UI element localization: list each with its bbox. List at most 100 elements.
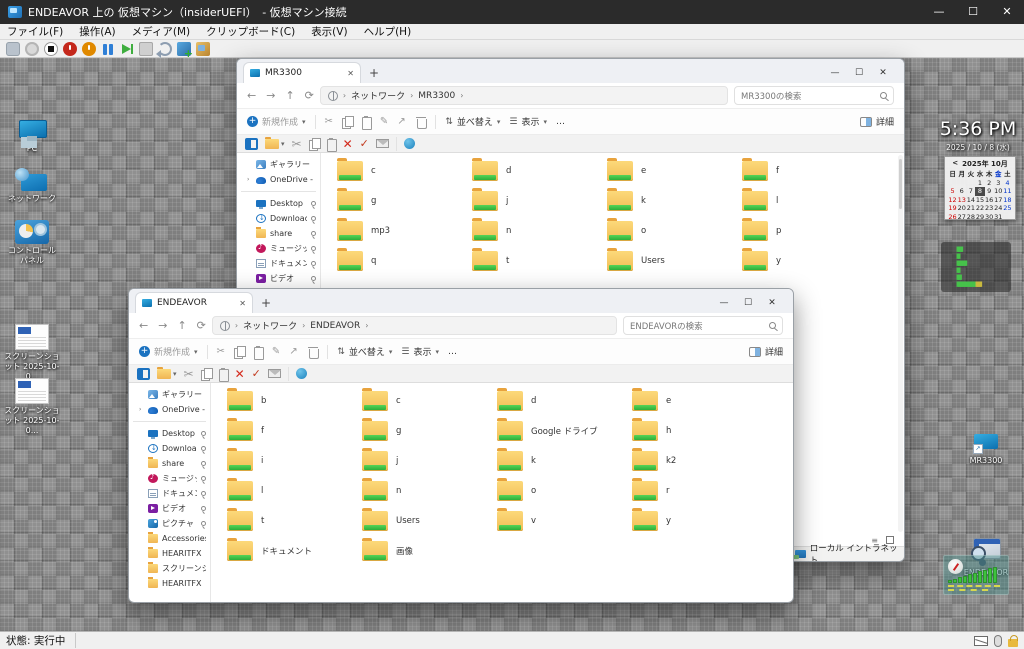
breadcrumb-segment[interactable]: ENDEAVOR xyxy=(310,321,360,331)
copy-icon[interactable] xyxy=(200,367,213,381)
refresh-icon[interactable]: ⟳ xyxy=(305,89,314,102)
folder-item[interactable]: g xyxy=(362,416,497,446)
folder-item[interactable]: o xyxy=(607,216,742,246)
window-minimize-button[interactable]: — xyxy=(828,68,842,78)
calendar-date-cell[interactable]: 17 xyxy=(994,196,1003,205)
more-button[interactable]: … xyxy=(448,347,457,357)
sidebar-item[interactable]: Desktop xyxy=(129,426,210,441)
folder-item[interactable]: c xyxy=(337,156,472,186)
revert-icon[interactable] xyxy=(156,41,172,58)
window-close-button[interactable]: ✕ xyxy=(765,298,779,308)
paste-icon[interactable] xyxy=(253,345,264,360)
calendar-date-cell[interactable]: 22 xyxy=(975,204,984,213)
copy-icon[interactable] xyxy=(308,137,321,151)
more-button[interactable]: … xyxy=(556,117,565,127)
calendar-date-cell[interactable]: 24 xyxy=(994,204,1003,213)
search-input[interactable]: MR3300の検索 xyxy=(734,86,894,105)
rename-icon[interactable]: ✎ xyxy=(272,346,280,357)
tab-close-icon[interactable]: ✕ xyxy=(347,69,354,78)
calendar-date-cell[interactable]: 13 xyxy=(957,196,966,205)
new-folder-button[interactable]: ▾ xyxy=(157,366,177,379)
folder-item[interactable]: q xyxy=(337,246,472,276)
sidebar-item[interactable]: Desktop xyxy=(237,196,320,211)
calendar-date-cell[interactable] xyxy=(966,179,975,188)
desktop-icon-control-panel[interactable]: コントロール パネル xyxy=(4,220,60,266)
calendar-date-cell[interactable]: 1 xyxy=(975,179,984,188)
sidebar-item[interactable]: ミュージック xyxy=(237,241,320,256)
calendar-date-cell[interactable]: 25 xyxy=(1003,204,1012,213)
calendar-date-cell[interactable]: 8 xyxy=(975,187,985,196)
tab-close-icon[interactable]: ✕ xyxy=(239,299,246,308)
sidebar-item[interactable]: ギャラリー xyxy=(237,157,320,172)
folder-item[interactable]: p xyxy=(742,216,877,246)
sidebar-item[interactable]: share xyxy=(129,456,210,471)
folder-item[interactable]: f xyxy=(742,156,877,186)
calendar-date-cell[interactable]: 28 xyxy=(966,213,975,222)
sidebar-toggle-icon[interactable] xyxy=(137,367,150,380)
sidebar-item[interactable]: share xyxy=(237,226,320,241)
folder-item[interactable]: g xyxy=(337,186,472,216)
folder-item[interactable]: e xyxy=(607,156,742,186)
new-button[interactable]: + 新規作成 ▾ xyxy=(139,345,198,358)
new-tab-button[interactable]: + xyxy=(369,66,379,80)
folder-item[interactable]: d xyxy=(497,386,632,416)
check-icon[interactable]: ✓ xyxy=(360,137,369,150)
vm-menu-item[interactable]: ヘルプ(H) xyxy=(357,23,419,40)
delete-icon[interactable] xyxy=(416,116,428,129)
calendar-prev-button[interactable]: < xyxy=(952,159,958,169)
window-maximize-button[interactable]: ☐ xyxy=(852,68,866,78)
new-button[interactable]: + 新規作成 ▾ xyxy=(247,115,306,128)
calendar-date-cell[interactable]: 16 xyxy=(985,196,994,205)
calendar-date-cell[interactable]: 15 xyxy=(975,196,984,205)
forward-icon[interactable]: → xyxy=(158,319,167,332)
sidebar-item[interactable]: ビデオ xyxy=(129,501,210,516)
sidebar-item[interactable]: HEARITFX xyxy=(129,546,210,561)
up-icon[interactable]: ↑ xyxy=(177,319,186,332)
turn-off-icon[interactable] xyxy=(63,41,77,56)
folder-item[interactable]: r xyxy=(632,476,767,506)
new-tab-button[interactable]: + xyxy=(261,296,271,310)
back-icon[interactable]: ← xyxy=(139,319,148,332)
calendar-date-cell[interactable]: 14 xyxy=(966,196,975,205)
copy-icon[interactable] xyxy=(341,115,354,129)
sidebar-item[interactable]: Downloads xyxy=(129,441,210,456)
cut-icon[interactable]: ✂ xyxy=(184,367,194,381)
vm-close-button[interactable]: ✕ xyxy=(990,0,1024,24)
desktop-icon-screenshot-1[interactable]: スクリーンショット 2025-10-0... xyxy=(4,324,60,382)
folder-item[interactable]: f xyxy=(227,416,362,446)
sidebar-item[interactable]: スクリーンショット xyxy=(129,561,210,576)
calendar-date-cell[interactable]: 21 xyxy=(966,204,975,213)
folder-item[interactable]: Google ドライブ xyxy=(497,416,632,446)
tab-mr3300[interactable]: MR3300 ✕ xyxy=(243,62,361,83)
stop-vm-icon[interactable] xyxy=(44,41,58,56)
sidebar-item[interactable]: ドキュメント xyxy=(237,256,320,271)
cut-icon[interactable]: ✂ xyxy=(292,137,302,151)
cut-icon[interactable]: ✂ xyxy=(217,346,225,357)
sidebar-item[interactable]: ビデオ xyxy=(237,271,320,286)
desktop-icon-pc[interactable]: PC xyxy=(4,120,60,154)
vm-maximize-button[interactable]: ☐ xyxy=(956,0,990,24)
sort-button[interactable]: ⇅ 並べ替え ▾ xyxy=(445,115,500,129)
breadcrumb[interactable]: › ネットワーク › ENDEAVOR › xyxy=(211,316,617,335)
sidebar-item[interactable]: ドキュメント xyxy=(129,486,210,501)
folder-item[interactable]: n xyxy=(362,476,497,506)
desktop-icon-screenshot-2[interactable]: スクリーンショット 2025-10-0... xyxy=(4,378,60,436)
folder-item[interactable]: 画像 xyxy=(362,536,497,566)
folder-item[interactable]: o xyxy=(497,476,632,506)
calendar-date-cell[interactable]: 26 xyxy=(948,213,957,222)
up-icon[interactable]: ↑ xyxy=(285,89,294,102)
delete-icon[interactable] xyxy=(308,346,320,359)
mail-icon[interactable] xyxy=(267,369,281,378)
folder-item[interactable]: t xyxy=(227,506,362,536)
network-ball-icon[interactable] xyxy=(403,138,415,149)
shut-down-icon[interactable] xyxy=(82,41,96,56)
calendar-date-cell[interactable]: 3 xyxy=(994,179,1003,188)
folder-item[interactable]: j xyxy=(472,186,607,216)
refresh-icon[interactable]: ⟳ xyxy=(197,319,206,332)
folder-item[interactable]: h xyxy=(632,416,767,446)
folder-item[interactable]: ドキュメント xyxy=(227,536,362,566)
sidebar-item[interactable]: ミュージック xyxy=(129,471,210,486)
scrollbar[interactable] xyxy=(898,155,903,532)
ctrl-alt-del-icon[interactable] xyxy=(6,41,20,56)
share-icon[interactable] xyxy=(289,346,299,358)
